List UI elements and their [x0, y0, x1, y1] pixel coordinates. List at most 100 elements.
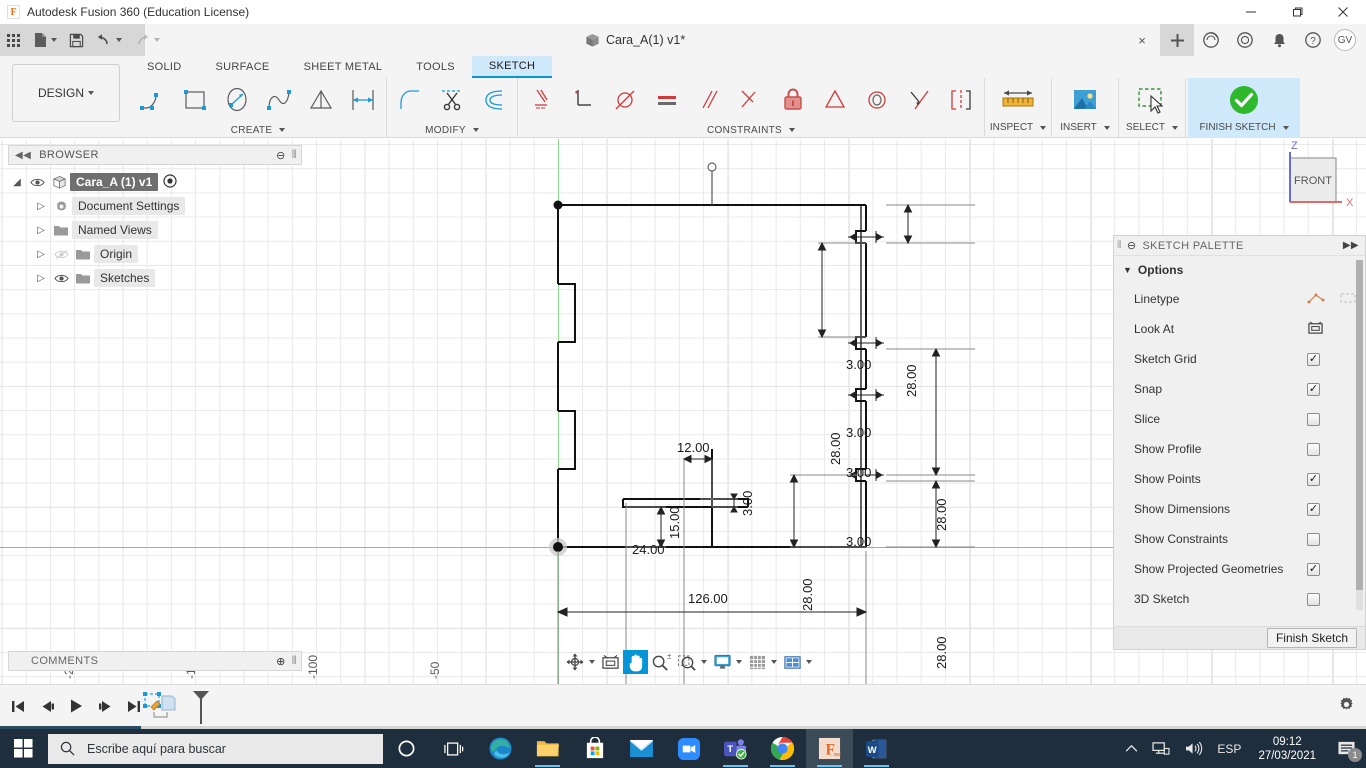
pan-hand-icon[interactable] — [623, 650, 648, 674]
minimize-panel-icon[interactable]: ⊖ — [1127, 239, 1137, 252]
orbit-pan-icon[interactable] — [562, 650, 598, 674]
parallel-icon[interactable] — [688, 78, 730, 122]
minimize-icon[interactable] — [1228, 0, 1274, 24]
collinear-icon[interactable] — [898, 78, 940, 122]
dimension-label[interactable]: 28.00 — [800, 578, 815, 611]
view-cube[interactable]: FRONT Z X — [1268, 140, 1360, 228]
show-constraints-checkbox[interactable] — [1307, 532, 1320, 546]
chevron-down-icon[interactable] — [736, 660, 742, 664]
dimension-label[interactable]: 3.00 — [846, 357, 871, 372]
perpendicular-icon[interactable] — [562, 78, 604, 122]
expander-icon[interactable]: ▷ — [32, 273, 50, 284]
fillet-icon[interactable] — [389, 78, 431, 122]
tree-item-sketches[interactable]: ▷ Sketches — [8, 266, 298, 290]
sketch-grid-checkbox[interactable]: ✓ — [1307, 352, 1320, 366]
circle-icon[interactable] — [216, 78, 258, 122]
display-settings-icon[interactable] — [598, 650, 623, 674]
dimension-label[interactable]: 28.00 — [904, 364, 919, 397]
action-center-icon[interactable]: 1 — [1326, 729, 1366, 768]
tab-surface[interactable]: SURFACE — [199, 56, 287, 78]
show-points-checkbox[interactable]: ✓ — [1307, 472, 1320, 486]
chevron-down-icon[interactable] — [589, 660, 595, 664]
eye-icon[interactable] — [50, 273, 72, 284]
linetype-centerline-icon[interactable] — [1339, 291, 1357, 308]
tangent-icon[interactable] — [604, 78, 646, 122]
spline-icon[interactable] — [258, 78, 300, 122]
dimension-label[interactable]: 28.00 — [828, 432, 843, 465]
chevron-down-icon[interactable] — [806, 660, 812, 664]
coincident-icon[interactable] — [520, 78, 562, 122]
close-icon[interactable]: × — [1129, 33, 1155, 48]
play-icon[interactable] — [66, 693, 86, 719]
concentric-icon[interactable] — [856, 78, 898, 122]
recent-icon[interactable] — [1228, 24, 1262, 56]
sketch-feature-icon[interactable] — [142, 691, 190, 723]
go-to-end-icon[interactable] — [124, 693, 144, 719]
tree-item-cara-a[interactable]: ◢ Cara_A (1) v1 — [8, 170, 298, 194]
microsoft-teams-icon[interactable]: T — [712, 729, 759, 768]
close-icon[interactable] — [1320, 0, 1366, 24]
dimension-label[interactable]: 3.00 — [846, 534, 871, 549]
help-icon[interactable]: ? — [1296, 24, 1330, 56]
rectangle-icon[interactable] — [174, 78, 216, 122]
trim-icon[interactable] — [431, 78, 473, 122]
step-back-icon[interactable] — [37, 693, 57, 719]
activate-component-radio[interactable] — [163, 173, 177, 191]
grip-icon[interactable]: ⦀ — [292, 149, 297, 162]
dimension-label[interactable]: 3.00 — [740, 491, 755, 516]
microsoft-store-icon[interactable] — [571, 729, 618, 768]
chevron-down-icon[interactable] — [771, 660, 777, 664]
avatar[interactable]: GV — [1334, 29, 1356, 51]
add-tab-button[interactable] — [1160, 24, 1194, 56]
zoom-window-icon[interactable] — [674, 650, 710, 674]
options-section-header[interactable]: ▼ Options — [1114, 256, 1365, 284]
expander-icon[interactable]: ▷ — [32, 249, 50, 260]
dimension-label[interactable]: 3.00 — [846, 425, 871, 440]
chrome-icon[interactable] — [759, 729, 806, 768]
measure-icon[interactable]: INSPECT — [987, 78, 1049, 138]
eye-icon[interactable] — [26, 177, 48, 188]
fix-icon[interactable] — [772, 78, 814, 122]
volume-icon[interactable] — [1177, 729, 1210, 768]
workspace-switcher-button[interactable]: DESIGN — [12, 64, 120, 122]
show-projected-geometries-checkbox[interactable]: ✓ — [1307, 562, 1320, 576]
finish-sketch-palette-button[interactable]: Finish Sketch — [1266, 628, 1357, 648]
minimize-panel-icon[interactable]: ⊖ — [276, 149, 286, 162]
cortana-icon[interactable] — [383, 729, 430, 768]
tab-solid[interactable]: SOLID — [130, 56, 199, 78]
bell-icon[interactable] — [1262, 24, 1296, 56]
panel-insert-label[interactable]: INSERT — [1060, 122, 1110, 133]
3d-sketch-checkbox[interactable] — [1307, 592, 1320, 606]
comments-panel[interactable]: COMMENTS ⊕ ⦀ — [8, 651, 302, 671]
tree-item-origin[interactable]: ▷ Origin — [8, 242, 298, 266]
grip-icon[interactable]: ⦀ — [1117, 240, 1122, 251]
show-profile-checkbox[interactable] — [1307, 442, 1320, 456]
expander-icon[interactable]: ▷ — [32, 225, 50, 236]
zoom-icon[interactable]: ± — [648, 650, 674, 674]
panel-inspect-label[interactable]: INSPECT — [990, 122, 1047, 133]
expand-right-icon[interactable]: ▶▶ — [1343, 240, 1359, 251]
viewport-layout-icon[interactable] — [780, 650, 815, 674]
sketch-canvas[interactable]: -200 -150 -100 -50 — [0, 139, 1366, 684]
dimension-label[interactable]: 3.00 — [846, 465, 871, 480]
horizontal-vertical-icon[interactable] — [730, 78, 772, 122]
mail-icon[interactable] — [618, 729, 665, 768]
panel-select-label[interactable]: SELECT — [1126, 122, 1178, 133]
dimension-label[interactable]: 12.00 — [677, 440, 710, 455]
expander-icon[interactable]: ▷ — [32, 201, 50, 212]
maximize-icon[interactable] — [1274, 0, 1320, 24]
display-mode-icon[interactable] — [710, 650, 745, 674]
linetype-construction-icon[interactable] — [1307, 291, 1325, 308]
go-to-beginning-icon[interactable] — [8, 693, 28, 719]
dimension-label[interactable]: 24.00 — [632, 542, 665, 557]
offset-icon[interactable] — [473, 78, 515, 122]
dimension-label[interactable]: 28.00 — [934, 636, 949, 669]
slice-checkbox[interactable] — [1307, 412, 1320, 426]
edge-icon[interactable] — [477, 729, 524, 768]
polygon-icon[interactable] — [300, 78, 342, 122]
save-icon[interactable] — [63, 24, 90, 56]
grid-snap-icon[interactable] — [745, 650, 780, 674]
panel-modify-label[interactable]: MODIFY — [389, 122, 515, 138]
midpoint-icon[interactable] — [814, 78, 856, 122]
show-dimensions-checkbox[interactable]: ✓ — [1307, 502, 1320, 516]
